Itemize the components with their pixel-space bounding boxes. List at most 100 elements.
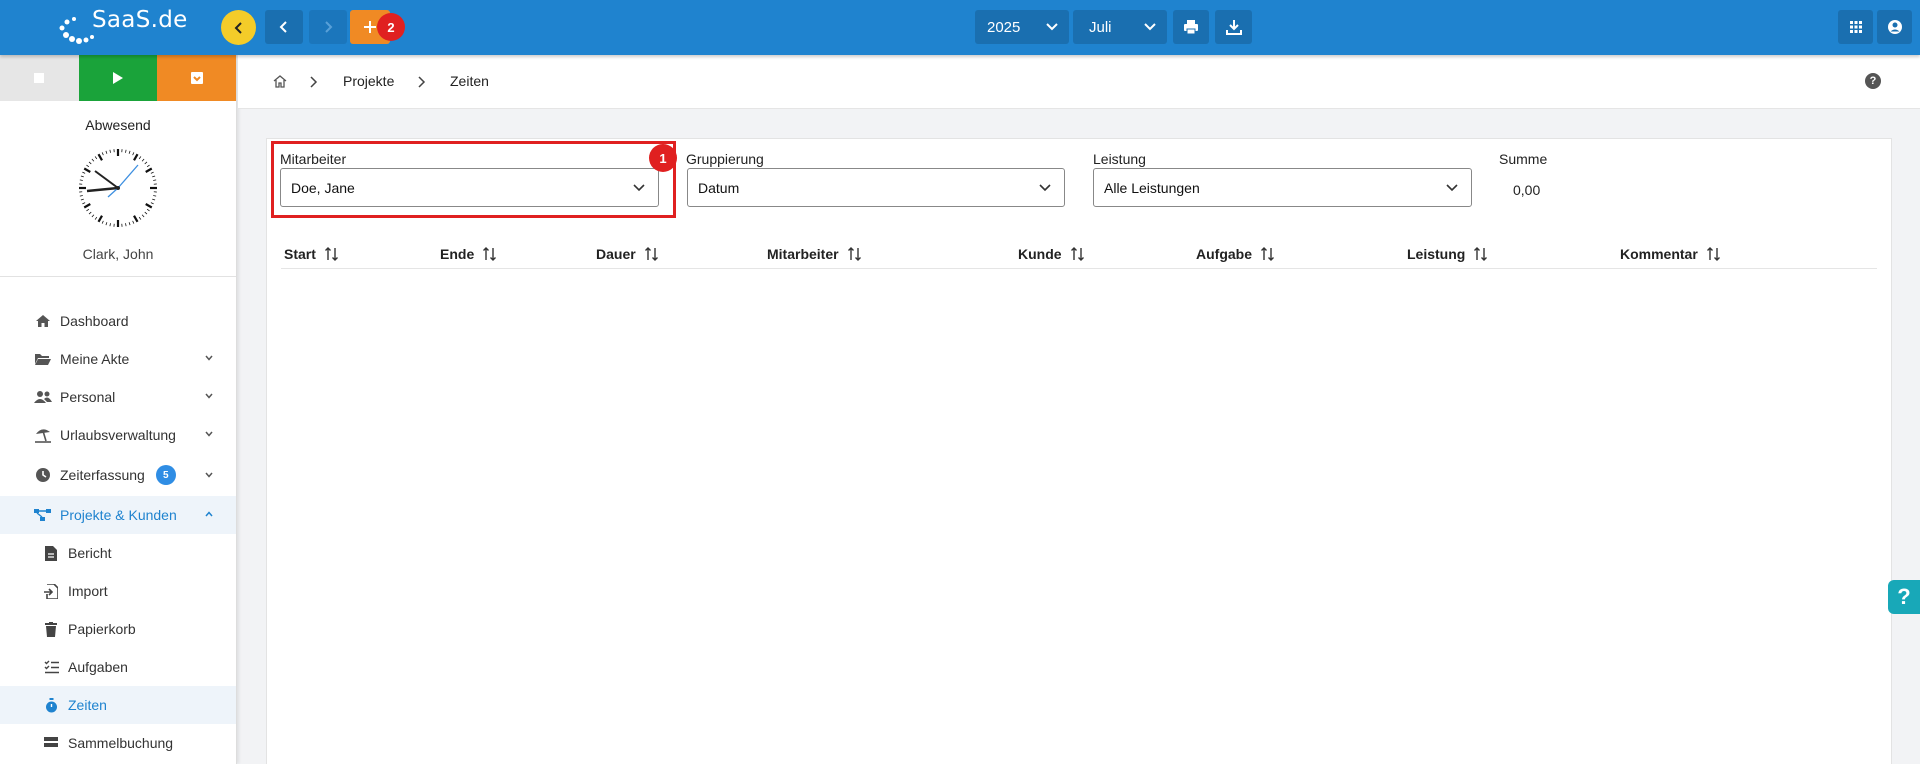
sidebar-subitem-sammelbuchung[interactable]: Sammelbuchung: [0, 724, 236, 762]
leistung-label: Leistung: [1093, 151, 1146, 167]
floating-help-button[interactable]: ?: [1888, 580, 1920, 614]
leistung-value: Alle Leistungen: [1104, 179, 1200, 196]
sort-icon: [1706, 246, 1722, 262]
folder-open-icon: [34, 350, 52, 368]
sidebar-item-dashboard[interactable]: Dashboard: [0, 302, 236, 340]
previous-button[interactable]: [265, 10, 303, 44]
chevron-down-icon: [205, 472, 213, 478]
sidebar-item-label: Zeiten: [68, 697, 107, 713]
sidebar-item-label: Bericht: [68, 545, 112, 561]
sidebar-subitem-import[interactable]: Import: [0, 572, 236, 610]
sidebar-item-label: Urlaubsverwaltung: [60, 427, 176, 443]
chevron-right-icon: [310, 76, 318, 88]
chevron-down-icon: [1144, 23, 1156, 31]
stop-button[interactable]: [0, 55, 79, 101]
chevron-left-icon: [279, 21, 287, 33]
sidebar-nav: Dashboard Meine Akte Personal Urlaubsver…: [0, 302, 236, 762]
saas-logo[interactable]: SaaS.de: [58, 5, 188, 49]
sidebar-item-projekte-kunden[interactable]: Projekte & Kunden: [0, 496, 236, 534]
sidebar-subitem-bericht[interactable]: Bericht: [0, 534, 236, 572]
play-icon: [113, 72, 123, 84]
chevron-up-icon: [205, 511, 213, 517]
sidebar-item-label: Dashboard: [60, 313, 129, 329]
sort-icon: [324, 246, 340, 262]
task-list-icon: [42, 658, 60, 676]
sidebar-subitem-zeiten[interactable]: Zeiten: [0, 686, 236, 724]
sidebar-item-label: Projekte & Kunden: [60, 507, 177, 523]
column-kommentar[interactable]: Kommentar: [1620, 246, 1722, 262]
sidebar-item-label: Aufgaben: [68, 659, 128, 675]
summe-value: 0,00: [1513, 182, 1541, 198]
sidebar-item-zeiterfassung[interactable]: Zeiterfassung 5: [0, 454, 236, 496]
chevron-down-icon: [1039, 184, 1051, 192]
times-table-header: Start Ende Dauer Mitarbeiter Kunde Aufga…: [281, 241, 1877, 269]
gruppierung-label: Gruppierung: [686, 151, 764, 167]
clock-icon: [34, 466, 52, 484]
print-button[interactable]: [1173, 10, 1209, 44]
sort-icon: [1260, 246, 1276, 262]
column-kunde[interactable]: Kunde: [1018, 246, 1086, 262]
sidebar-item-label: Personal: [60, 389, 116, 405]
absence-button[interactable]: [157, 55, 236, 101]
help-icon[interactable]: ?: [1865, 73, 1881, 89]
next-button[interactable]: [309, 10, 347, 44]
sidebar-item-label: Meine Akte: [60, 351, 130, 367]
sidebar-item-urlaubsverwaltung[interactable]: Urlaubsverwaltung: [0, 416, 236, 454]
column-mitarbeiter[interactable]: Mitarbeiter: [767, 246, 863, 262]
file-report-icon: [42, 544, 60, 562]
gruppierung-select[interactable]: Datum: [687, 168, 1065, 207]
column-dauer[interactable]: Dauer: [596, 246, 660, 262]
breadcrumb-zeiten: Zeiten: [450, 73, 489, 89]
download-icon: [1225, 20, 1242, 35]
sort-icon: [644, 246, 660, 262]
sidebar-item-label: Papierkorb: [68, 621, 136, 637]
sidebar-item-label: Sammelbuchung: [68, 735, 174, 751]
download-button[interactable]: [1215, 10, 1252, 44]
sidebar-toggle-button[interactable]: [221, 10, 256, 45]
stack-icon: [42, 734, 60, 752]
month-value: Juli: [1089, 18, 1112, 36]
year-select[interactable]: 2025: [975, 10, 1069, 44]
sidebar-item-meine-akte[interactable]: Meine Akte: [0, 340, 236, 378]
gruppierung-value: Datum: [698, 179, 740, 196]
breadcrumb-projekte[interactable]: Projekte: [343, 73, 394, 89]
user-circle-icon: [1887, 20, 1902, 34]
column-ende[interactable]: Ende: [440, 246, 498, 262]
apps-button[interactable]: [1838, 10, 1873, 44]
add-count-badge: 2: [377, 13, 405, 41]
umbrella-beach-icon: [34, 426, 52, 444]
sidebar-subitem-aufgaben[interactable]: Aufgaben: [0, 648, 236, 686]
printer-icon: [1184, 20, 1198, 35]
start-button[interactable]: [78, 55, 158, 101]
chevron-right-icon: [418, 76, 426, 88]
time-tracking-controls: [0, 55, 236, 101]
user-menu-button[interactable]: [1877, 10, 1912, 44]
status-text: Abwesend: [85, 117, 151, 133]
sidebar-subitem-papierkorb[interactable]: Papierkorb: [0, 610, 236, 648]
column-aufgabe[interactable]: Aufgabe: [1196, 246, 1276, 262]
leistung-select[interactable]: Alle Leistungen: [1093, 168, 1472, 207]
project-diagram-icon: [34, 506, 52, 524]
sort-icon: [847, 246, 863, 262]
column-start[interactable]: Start: [284, 246, 340, 262]
sidebar-divider: [0, 276, 236, 277]
sidebar-item-personal[interactable]: Personal: [0, 378, 236, 416]
column-leistung[interactable]: Leistung: [1407, 246, 1489, 262]
chevron-down-icon: [205, 431, 213, 437]
sidebar-item-label: Import: [68, 583, 108, 599]
year-value: 2025: [987, 18, 1021, 36]
count-badge: 5: [155, 465, 176, 485]
sort-icon: [1473, 246, 1489, 262]
grid-icon: [1849, 21, 1862, 33]
chevron-down-icon: [205, 393, 213, 399]
home-icon[interactable]: [272, 74, 288, 89]
chevron-left-icon: [234, 21, 242, 34]
chevron-right-icon: [325, 21, 333, 33]
summe-label: Summe: [1499, 151, 1548, 167]
plus-icon: [364, 21, 376, 33]
clock-icon: [77, 147, 159, 229]
current-user-name: Clark, John: [82, 246, 154, 262]
month-select[interactable]: Juli: [1073, 10, 1167, 44]
file-import-icon: [42, 582, 60, 600]
sort-icon: [482, 246, 498, 262]
